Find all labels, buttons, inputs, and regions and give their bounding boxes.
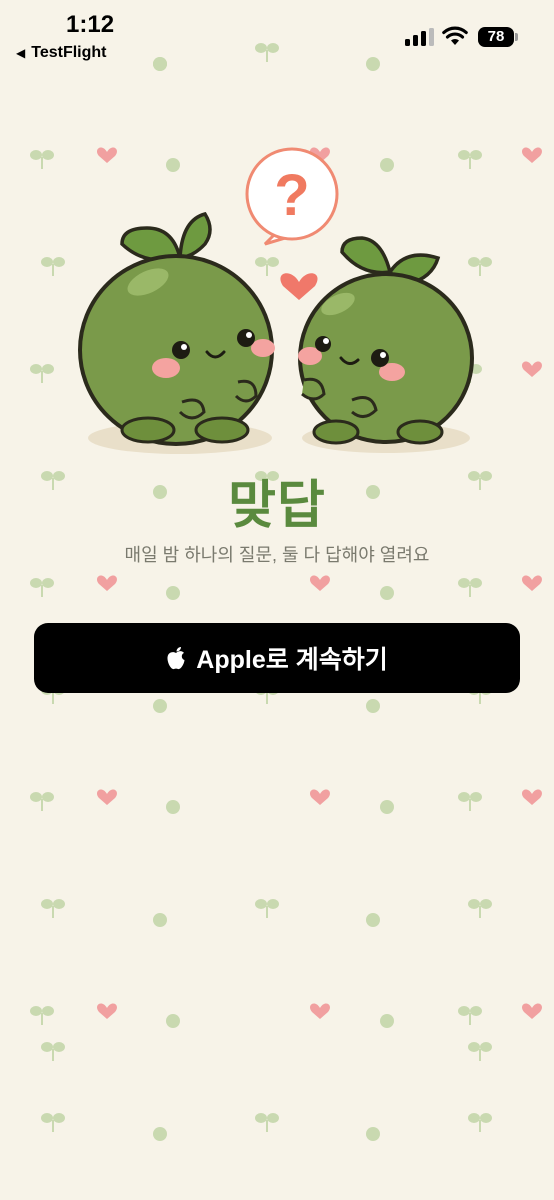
cellular-signal-icon <box>405 28 434 46</box>
sprout-icon <box>41 1042 65 1061</box>
sprout-icon <box>468 1042 492 1061</box>
question-mark: ? <box>274 163 309 228</box>
back-arrow-icon: ◀ <box>16 46 26 60</box>
dot-icon <box>380 1014 394 1028</box>
status-time: 1:12 <box>66 11 115 38</box>
small-heart-icon <box>97 789 117 805</box>
left-mascot <box>78 211 275 446</box>
back-app-label: TestFlight <box>31 44 107 61</box>
dot-icon <box>380 800 394 814</box>
sprout-icon <box>30 578 54 597</box>
sprout-icon <box>41 899 65 918</box>
small-heart-icon <box>522 147 542 163</box>
sprout-icon <box>458 1006 482 1025</box>
small-heart-icon <box>310 789 330 805</box>
apple-logo-icon <box>167 647 185 670</box>
status-bar: 1:12 ◀ TestFlight 78 <box>0 0 554 70</box>
dot-icon <box>166 1014 180 1028</box>
speech-bubble-icon: ? <box>245 147 339 246</box>
small-heart-icon <box>522 575 542 591</box>
small-heart-icon <box>310 1003 330 1019</box>
sprout-icon <box>30 150 54 169</box>
app-subtitle: 매일 밤 하나의 질문, 둘 다 답해야 열려요 <box>124 545 430 565</box>
battery-indicator: 78 <box>478 27 518 47</box>
small-heart-icon <box>97 1003 117 1019</box>
sprout-icon <box>41 1113 65 1132</box>
small-heart-icon <box>310 575 330 591</box>
small-heart-icon <box>97 575 117 591</box>
sprout-icon <box>458 578 482 597</box>
dot-icon <box>153 1127 167 1141</box>
small-heart-icon <box>522 789 542 805</box>
dot-icon <box>153 913 167 927</box>
sprout-icon <box>255 1113 279 1132</box>
apple-button-label: Apple로 계속하기 <box>196 646 388 674</box>
dot-icon <box>153 699 167 713</box>
sprout-icon <box>255 899 279 918</box>
sprout-icon <box>468 1113 492 1132</box>
right-mascot <box>298 236 474 445</box>
dot-icon <box>366 1127 380 1141</box>
dot-icon <box>366 699 380 713</box>
sprout-icon <box>41 257 65 276</box>
sprout-icon <box>30 1006 54 1025</box>
dot-icon <box>166 586 180 600</box>
app-title: 맞답 <box>228 477 326 535</box>
sprout-icon <box>30 364 54 383</box>
sprout-icon <box>468 899 492 918</box>
dot-icon <box>380 586 394 600</box>
dot-icon <box>366 913 380 927</box>
heart-icon <box>280 273 318 300</box>
back-to-app-button[interactable]: ◀ TestFlight <box>16 44 106 62</box>
small-heart-icon <box>522 361 542 377</box>
mascot-illustration: ? <box>78 147 474 454</box>
sprout-icon <box>458 792 482 811</box>
continue-with-apple-button[interactable]: Apple로 계속하기 <box>34 623 520 693</box>
dot-icon <box>166 800 180 814</box>
sprout-icon <box>30 792 54 811</box>
wifi-icon <box>442 26 468 45</box>
small-heart-icon <box>522 1003 542 1019</box>
